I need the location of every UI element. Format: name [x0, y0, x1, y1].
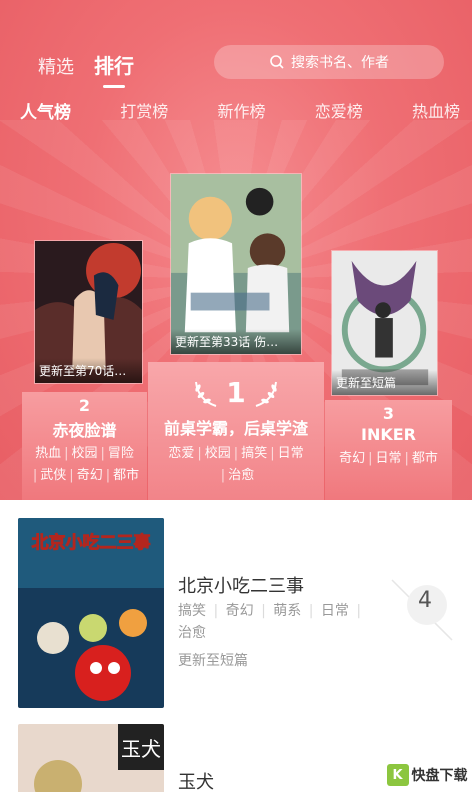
- tag: 都市: [113, 468, 140, 483]
- tag: 武侠: [40, 468, 67, 483]
- laurel: 1: [148, 376, 324, 409]
- podium-rank-2[interactable]: 2 赤夜脸谱 热血 | 校园 | 冒险 | 武侠 | 奇幻 | 都市: [22, 392, 147, 500]
- rank-number: 1: [226, 376, 246, 409]
- cover-caption: 更新至第33话 伤…: [171, 329, 301, 354]
- cover-art: [171, 174, 301, 354]
- tag-list: 热血 | 校园 | 冒险: [35, 446, 134, 461]
- book-title: INKER: [361, 425, 416, 444]
- tab-romance[interactable]: 恋爱榜: [315, 98, 363, 123]
- book-title: 北京小吃二三事: [178, 576, 304, 597]
- tag: 恋爱: [168, 446, 195, 461]
- tag-list: | 治愈: [220, 468, 255, 483]
- tag-list: 搞笑 | 奇幻 | 萌系 | 日常 | 治愈: [178, 603, 362, 641]
- cover-rank-2[interactable]: 更新至第70话…: [34, 240, 143, 384]
- tab-new[interactable]: 新作榜: [217, 98, 265, 123]
- top-nav: 精选 排行: [38, 50, 134, 79]
- list-item[interactable]: 北京小吃二三事 北京小吃二三事 搞笑 | 奇幻 | 萌系 | 日常 | 治愈 更…: [0, 510, 472, 715]
- cover-rank-5[interactable]: 玉犬: [18, 724, 164, 792]
- tag: 治愈: [228, 468, 255, 483]
- cover-art: 玉犬: [18, 724, 164, 792]
- tag: 治愈: [178, 625, 206, 641]
- tag: 校园: [71, 446, 98, 461]
- rank-number: 2: [78, 396, 91, 415]
- tag: 日常: [375, 451, 402, 466]
- search-icon: [270, 55, 284, 69]
- cover-rank-1[interactable]: 更新至第33话 伤…: [170, 173, 302, 355]
- tag: 都市: [411, 451, 438, 466]
- category-tabs: 人气榜 打赏榜 新作榜 恋爱榜 热血榜: [20, 98, 460, 123]
- tag: 热血: [35, 446, 62, 461]
- laurel-left-icon: [195, 381, 217, 407]
- laurel-right-icon: [255, 381, 277, 407]
- tab-featured[interactable]: 精选: [38, 53, 74, 79]
- book-title: 玉犬: [178, 772, 214, 792]
- rank-number: 4: [418, 588, 432, 613]
- tab-action[interactable]: 热血榜: [412, 98, 460, 123]
- tag: 奇幻: [76, 468, 103, 483]
- tag: 搞笑: [178, 603, 206, 619]
- tag: 搞笑: [241, 446, 268, 461]
- ranking-header: 精选 排行 搜索书名、作者 人气榜 打赏榜 新作榜 恋爱榜 热血榜 更新至第70…: [0, 0, 472, 500]
- book-title: 前桌学霸，后桌学渣: [163, 419, 308, 438]
- podium-rank-1[interactable]: 1 前桌学霸，后桌学渣 恋爱 | 校园 | 搞笑 | 日常 | 治愈: [148, 362, 324, 500]
- tab-popularity[interactable]: 人气榜: [20, 98, 71, 123]
- rank-number: 3: [382, 404, 395, 423]
- search-placeholder: 搜索书名、作者: [291, 55, 389, 71]
- tag: 校园: [204, 446, 231, 461]
- cover-rank-4[interactable]: 北京小吃二三事: [18, 518, 164, 708]
- tag-list: 奇幻 | 日常 | 都市: [339, 451, 438, 466]
- watermark-logo-icon: K: [386, 764, 409, 786]
- cover-caption: 更新至第70话…: [35, 358, 142, 383]
- tab-rewards[interactable]: 打赏榜: [120, 98, 168, 123]
- watermark: K 快盘下载: [382, 758, 472, 792]
- podium-rank-3[interactable]: 3 INKER 奇幻 | 日常 | 都市: [325, 400, 452, 500]
- tab-ranking[interactable]: 排行: [94, 50, 134, 79]
- tag: 冒险: [107, 446, 134, 461]
- tag: 日常: [277, 446, 304, 461]
- tag: 奇幻: [225, 603, 254, 619]
- book-title: 赤夜脸谱: [52, 421, 117, 440]
- rank-badge: 4: [382, 560, 472, 650]
- update-status: 更新至短篇: [178, 653, 248, 669]
- cover-art: 北京小吃二三事: [18, 518, 164, 708]
- tag-list: | 武侠 | 奇幻 | 都市: [32, 468, 140, 483]
- cover-title: 北京小吃二三事: [32, 532, 151, 553]
- tag: 奇幻: [339, 451, 366, 466]
- cover-title: 玉犬: [121, 737, 161, 761]
- cover-caption: 更新至短篇: [332, 370, 437, 395]
- tag: 萌系: [273, 603, 302, 619]
- tag-list: 恋爱 | 校园 | 搞笑 | 日常: [168, 446, 304, 461]
- cover-rank-3[interactable]: 更新至短篇: [331, 250, 438, 396]
- search-input[interactable]: 搜索书名、作者: [214, 45, 444, 79]
- watermark-text: 快盘下载: [411, 768, 468, 784]
- tag: 日常: [320, 603, 349, 619]
